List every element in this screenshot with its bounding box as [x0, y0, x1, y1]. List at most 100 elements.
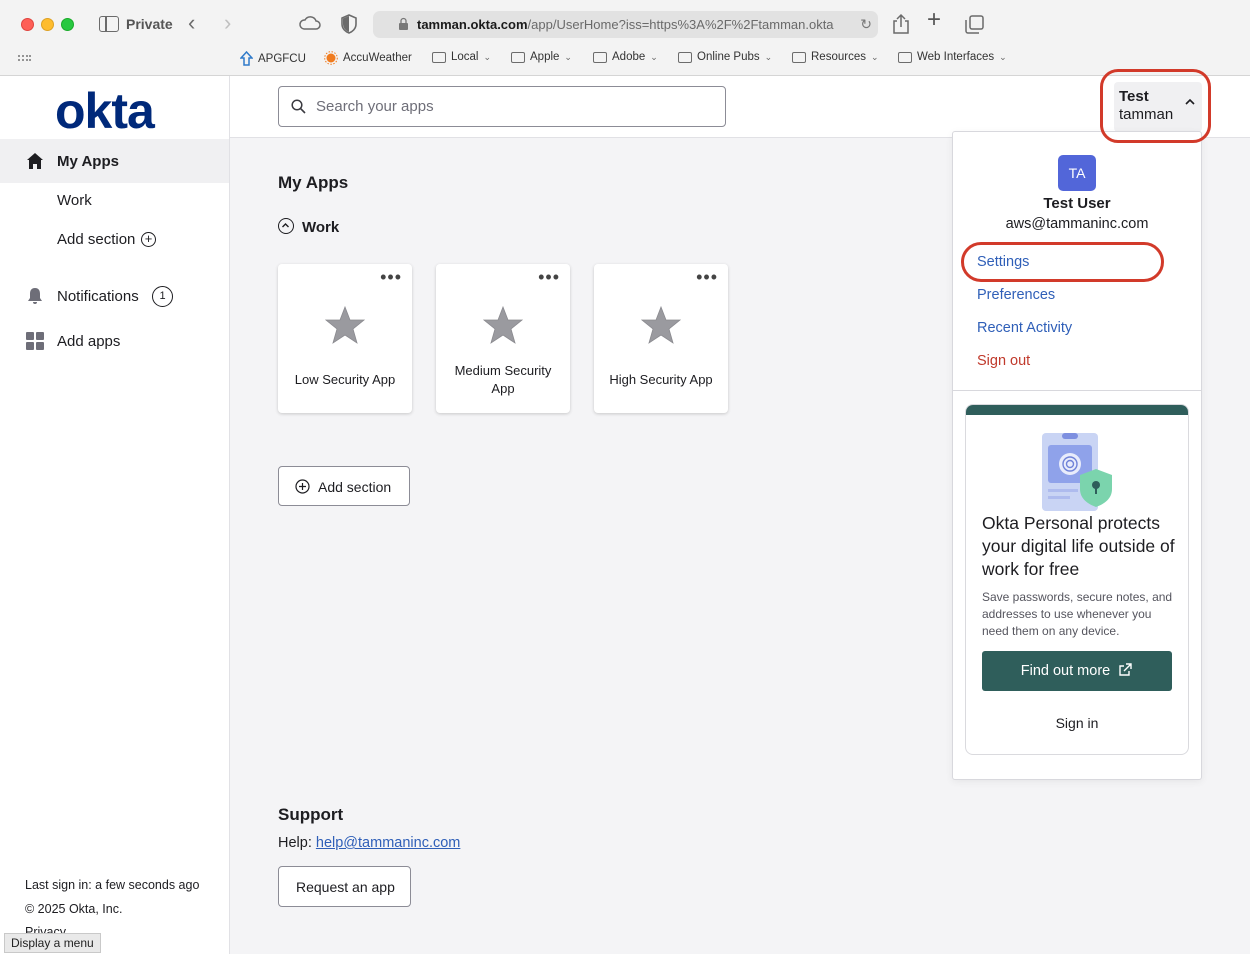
highlight-ring-settings: [961, 242, 1164, 282]
chevron-down-icon: ⌄: [999, 51, 1007, 62]
more-options-icon[interactable]: •••: [538, 268, 560, 286]
last-sign-in: Last sign in: a few seconds ago: [25, 878, 200, 892]
privacy-shield-icon[interactable]: [341, 14, 357, 34]
chevron-down-icon: ⌄: [564, 51, 572, 62]
promo-banner: [966, 405, 1188, 415]
icloud-icon[interactable]: [298, 14, 322, 32]
folder-icon: [593, 51, 607, 63]
chevron-down-icon: ⌄: [764, 51, 773, 62]
search-input[interactable]: [316, 87, 716, 126]
folder-icon: [792, 51, 806, 63]
promo-sign-in-link[interactable]: Sign in: [966, 715, 1188, 731]
address-bar[interactable]: tamman.okta.com/app/UserHome?iss=https%3…: [373, 11, 878, 38]
apgfcu-icon: [240, 51, 253, 66]
app-name: Medium Security App: [454, 363, 552, 396]
home-icon: [27, 153, 43, 169]
close-window-button[interactable]: [21, 18, 34, 31]
sidebar: okta My Apps Work Add section + Notifica…: [0, 76, 230, 954]
more-options-icon[interactable]: •••: [380, 268, 402, 286]
user-email: aws@tammaninc.com: [1005, 216, 1149, 232]
private-label: Private: [126, 16, 173, 32]
bookmark-apgfcu[interactable]: APGFCU: [240, 51, 306, 66]
app-name: Low Security App: [294, 372, 396, 387]
bookmark-local[interactable]: Local ⌄: [432, 51, 491, 63]
okta-dashboard: okta My Apps Work Add section + Notifica…: [0, 76, 1250, 954]
sidebar-item-work[interactable]: Work: [0, 178, 229, 222]
sidebar-item-my-apps[interactable]: My Apps: [0, 139, 229, 183]
sidebar-item-label: My Apps: [57, 152, 119, 170]
okta-personal-promo: Okta Personal protects your digital life…: [965, 404, 1189, 755]
add-circle-icon: [295, 479, 310, 494]
section-heading-work: Work: [302, 219, 340, 236]
tab-overview-icon[interactable]: [965, 15, 984, 34]
add-circle-icon: +: [141, 231, 156, 247]
avatar: TA: [1058, 155, 1096, 191]
sidebar-item-label: Notifications: [57, 287, 139, 305]
apps-grid-icon[interactable]: [17, 54, 31, 64]
app-tile-high-security[interactable]: ••• High Security App: [594, 264, 728, 413]
new-tab-icon[interactable]: +: [927, 8, 941, 32]
okta-logo[interactable]: okta: [55, 82, 155, 140]
chevron-down-icon: ⌄: [483, 51, 492, 62]
bookmark-resources[interactable]: Resources ⌄: [792, 51, 879, 63]
highlight-ring-user-menu: [1100, 69, 1211, 143]
zoom-window-button[interactable]: [61, 18, 74, 31]
preferences-link[interactable]: Preferences: [977, 287, 1055, 303]
chevron-down-icon: ⌄: [650, 51, 658, 62]
share-icon[interactable]: [892, 13, 910, 35]
app-tile-low-security[interactable]: ••• Low Security App: [278, 264, 412, 413]
app-tile-medium-security[interactable]: ••• Medium Security App: [436, 264, 570, 413]
search-icon: [291, 99, 306, 114]
back-button[interactable]: ‹: [188, 12, 195, 34]
help-label: Help:: [278, 835, 312, 851]
app-name: High Security App: [609, 372, 713, 387]
search-box[interactable]: [278, 86, 726, 127]
chevron-down-icon: ⌄: [870, 51, 879, 62]
external-link-icon: [1119, 663, 1132, 676]
find-out-more-label: Find out more: [1020, 663, 1111, 679]
sidebar-item-add-section[interactable]: Add section +: [0, 217, 229, 261]
request-app-label: Request an app: [296, 879, 395, 895]
page-title: My Apps: [278, 173, 349, 192]
reload-icon[interactable]: ↻: [860, 16, 872, 33]
notification-count-badge: 1: [152, 285, 173, 307]
folder-icon: [898, 51, 912, 63]
sidebar-item-label: Add section: [57, 230, 136, 248]
folder-icon: [432, 51, 446, 63]
divider: [953, 390, 1201, 391]
add-section-button[interactable]: Add section: [278, 466, 410, 506]
bookmark-apple[interactable]: Apple ⌄: [511, 51, 572, 63]
promo-title: Okta Personal protects your digital life…: [982, 513, 1175, 579]
help-email-link[interactable]: help@tammaninc.com: [316, 835, 460, 851]
accuweather-icon: [324, 51, 338, 65]
sidebar-item-label: Work: [57, 191, 92, 209]
sidebar-toggle-icon[interactable]: [99, 16, 119, 32]
help-line: Help: help@tammaninc.com: [278, 835, 460, 851]
more-options-icon[interactable]: •••: [696, 268, 718, 286]
recent-activity-link[interactable]: Recent Activity: [977, 320, 1072, 336]
add-section-label: Add section: [318, 479, 392, 495]
apps-grid-icon: [26, 332, 44, 350]
forward-button[interactable]: ›: [224, 12, 231, 34]
bookmark-online-pubs[interactable]: Online Pubs ⌄: [678, 51, 772, 63]
support-title: Support: [278, 805, 344, 824]
folder-icon: [678, 51, 692, 63]
display-menu-tooltip: Display a menu: [4, 933, 101, 953]
star-icon: [483, 306, 523, 344]
bookmark-web-interfaces[interactable]: Web Interfaces ⌄: [898, 51, 1007, 63]
bookmark-adobe[interactable]: Adobe ⌄: [593, 51, 658, 63]
bookmark-accuweather[interactable]: AccuWeather: [324, 51, 412, 65]
star-icon: [325, 306, 365, 344]
promo-description: Save passwords, secure notes, and addres…: [982, 590, 1173, 638]
collapse-section-icon[interactable]: [278, 218, 294, 234]
request-app-button[interactable]: Request an app: [278, 866, 411, 907]
minimize-window-button[interactable]: [41, 18, 54, 31]
url-text: tamman.okta.com/app/UserHome?iss=https%3…: [417, 17, 834, 32]
sign-out-link[interactable]: Sign out: [977, 353, 1030, 369]
find-out-more-button[interactable]: Find out more: [982, 651, 1172, 691]
sidebar-item-add-apps[interactable]: Add apps: [0, 319, 229, 363]
phone-fingerprint-shield-icon: [1042, 433, 1112, 511]
star-icon: [641, 306, 681, 344]
bookmarks-bar: APGFCU AccuWeather Local ⌄ Apple ⌄ Adobe ⌄ …: [0, 48, 1250, 70]
sidebar-item-notifications[interactable]: Notifications 1: [0, 274, 229, 318]
